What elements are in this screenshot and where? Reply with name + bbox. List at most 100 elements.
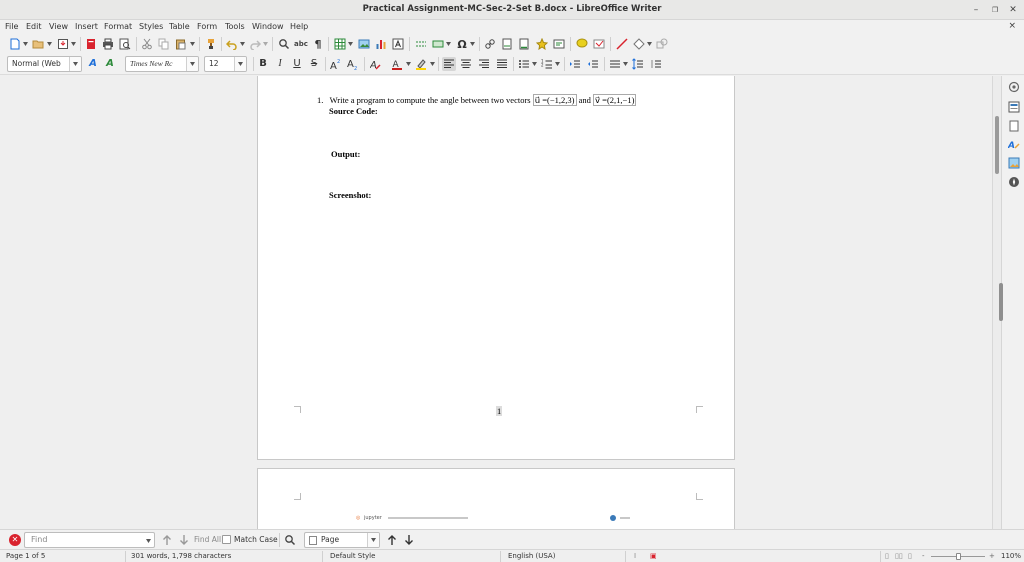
strikethrough-button[interactable]: S [307,57,321,71]
menu-form[interactable]: Form [197,22,217,31]
minimize-icon[interactable]: – [968,3,984,17]
document-page-1[interactable]: 1. Write a program to compute the angle … [257,76,735,460]
page-number-field[interactable]: 1 [496,406,503,416]
single-page-view-icon[interactable]: ▯ [885,552,889,560]
chevron-down-icon[interactable] [430,62,435,66]
paste-icon[interactable] [174,37,188,51]
chevron-down-icon[interactable] [240,42,245,46]
maximize-icon[interactable]: ❐ [987,3,1003,17]
insert-bookmark-icon[interactable] [535,37,549,51]
page-count-status[interactable]: Page 1 of 5 [6,552,45,560]
clone-formatting-icon[interactable] [204,37,218,51]
navigate-by-combo[interactable]: Page [304,532,380,548]
find-all-button[interactable]: Find All [194,535,221,544]
chevron-down-icon[interactable] [647,42,652,46]
sidebar-grip[interactable] [999,283,1003,321]
chevron-down-icon[interactable] [71,42,76,46]
formula-u[interactable]: u⃗ =(−1,2,3) [532,94,577,106]
numbered-list-icon[interactable]: 12 [540,57,554,71]
insert-footnote-icon[interactable] [500,37,514,51]
insert-comment-icon[interactable] [575,37,589,51]
decrease-indent-icon[interactable] [586,57,600,71]
sidebar-navigator-icon[interactable] [1007,175,1020,188]
save-icon[interactable] [56,37,70,51]
zoom-slider-thumb[interactable] [956,553,961,560]
insert-text-box-icon[interactable] [391,37,405,51]
menu-insert[interactable]: Insert [75,22,98,31]
chevron-down-icon[interactable] [146,539,151,543]
sidebar-gallery-icon[interactable] [1007,156,1020,169]
cut-icon[interactable] [140,37,154,51]
chevron-down-icon[interactable] [623,62,628,66]
justify-icon[interactable] [495,57,509,71]
insert-mode-icon[interactable]: I [634,552,636,560]
language-status[interactable]: English (USA) [508,552,555,560]
insert-field-icon[interactable] [431,37,445,51]
track-changes-icon[interactable] [592,37,606,51]
print-preview-icon[interactable] [118,37,132,51]
zoom-out-icon[interactable]: - [922,552,925,560]
insert-chart-icon[interactable] [374,37,388,51]
insert-image-icon[interactable] [357,37,371,51]
insert-special-character-icon[interactable]: Ω [455,37,469,51]
book-view-icon[interactable]: ▯ [908,552,912,560]
superscript-icon[interactable]: A2 [329,57,343,71]
menu-edit[interactable]: Edit [26,22,42,31]
font-name-combo[interactable]: Times New Rc [125,56,199,72]
sidebar-settings-icon[interactable] [1007,80,1020,93]
chevron-down-icon[interactable] [446,42,451,46]
increase-indent-icon[interactable] [568,57,582,71]
close-document-icon[interactable]: × [1008,21,1016,31]
font-color-icon[interactable]: A [390,57,404,71]
insert-table-icon[interactable] [333,37,347,51]
zoom-in-icon[interactable]: + [989,552,995,560]
chevron-down-icon[interactable] [47,42,52,46]
find-replace-icon[interactable] [277,37,291,51]
page-style-status[interactable]: Default Style [330,552,375,560]
chevron-down-icon[interactable] [234,57,246,71]
menu-file[interactable]: File [5,22,18,31]
redo-icon[interactable] [248,37,262,51]
chevron-down-icon[interactable] [23,42,28,46]
word-count-status[interactable]: 301 words, 1,798 characters [131,552,231,560]
document-canvas[interactable]: 1. Write a program to compute the angle … [0,76,992,529]
chevron-down-icon[interactable] [406,62,411,66]
navigate-next-icon[interactable] [402,533,416,547]
menu-table[interactable]: Table [169,22,190,31]
decrease-paragraph-spacing-icon[interactable] [649,57,663,71]
chevron-down-icon[interactable] [69,57,81,71]
basic-shapes-icon[interactable] [632,37,646,51]
match-case-checkbox[interactable] [222,535,231,544]
chevron-down-icon[interactable] [555,62,560,66]
question-1[interactable]: 1. Write a program to compute the angle … [317,94,637,106]
document-modified-icon[interactable]: ▣ [650,552,657,560]
menu-styles[interactable]: Styles [139,22,163,31]
close-find-bar-icon[interactable]: ✕ [9,534,21,546]
export-pdf-icon[interactable] [84,37,98,51]
menu-view[interactable]: View [49,22,68,31]
font-size-combo[interactable]: 12 [204,56,247,72]
find-next-icon[interactable] [177,533,191,547]
insert-hyperlink-icon[interactable] [483,37,497,51]
align-center-icon[interactable] [459,57,473,71]
insert-cross-reference-icon[interactable] [552,37,566,51]
find-previous-icon[interactable] [160,533,174,547]
copy-icon[interactable] [157,37,171,51]
formula-v[interactable]: v⃗ =(2,1,−1) [593,94,637,106]
increase-paragraph-spacing-icon[interactable] [631,57,645,71]
scrollbar-thumb[interactable] [995,116,999,174]
align-left-icon[interactable] [442,57,456,71]
underline-button[interactable]: U [290,57,304,71]
menu-help[interactable]: Help [290,22,308,31]
find-input[interactable]: Find [24,532,155,548]
close-window-icon[interactable]: ✕ [1005,3,1021,17]
menu-format[interactable]: Format [104,22,132,31]
chevron-down-icon[interactable] [367,533,379,547]
chevron-down-icon[interactable] [190,42,195,46]
embedded-screenshot-image[interactable]: ◎ jupyter [356,515,636,523]
new-style-icon[interactable]: A [103,57,117,71]
insert-line-icon[interactable] [615,37,629,51]
line-spacing-icon[interactable] [608,57,622,71]
spelling-icon[interactable]: abc [294,37,308,51]
chevron-down-icon[interactable] [263,42,268,46]
